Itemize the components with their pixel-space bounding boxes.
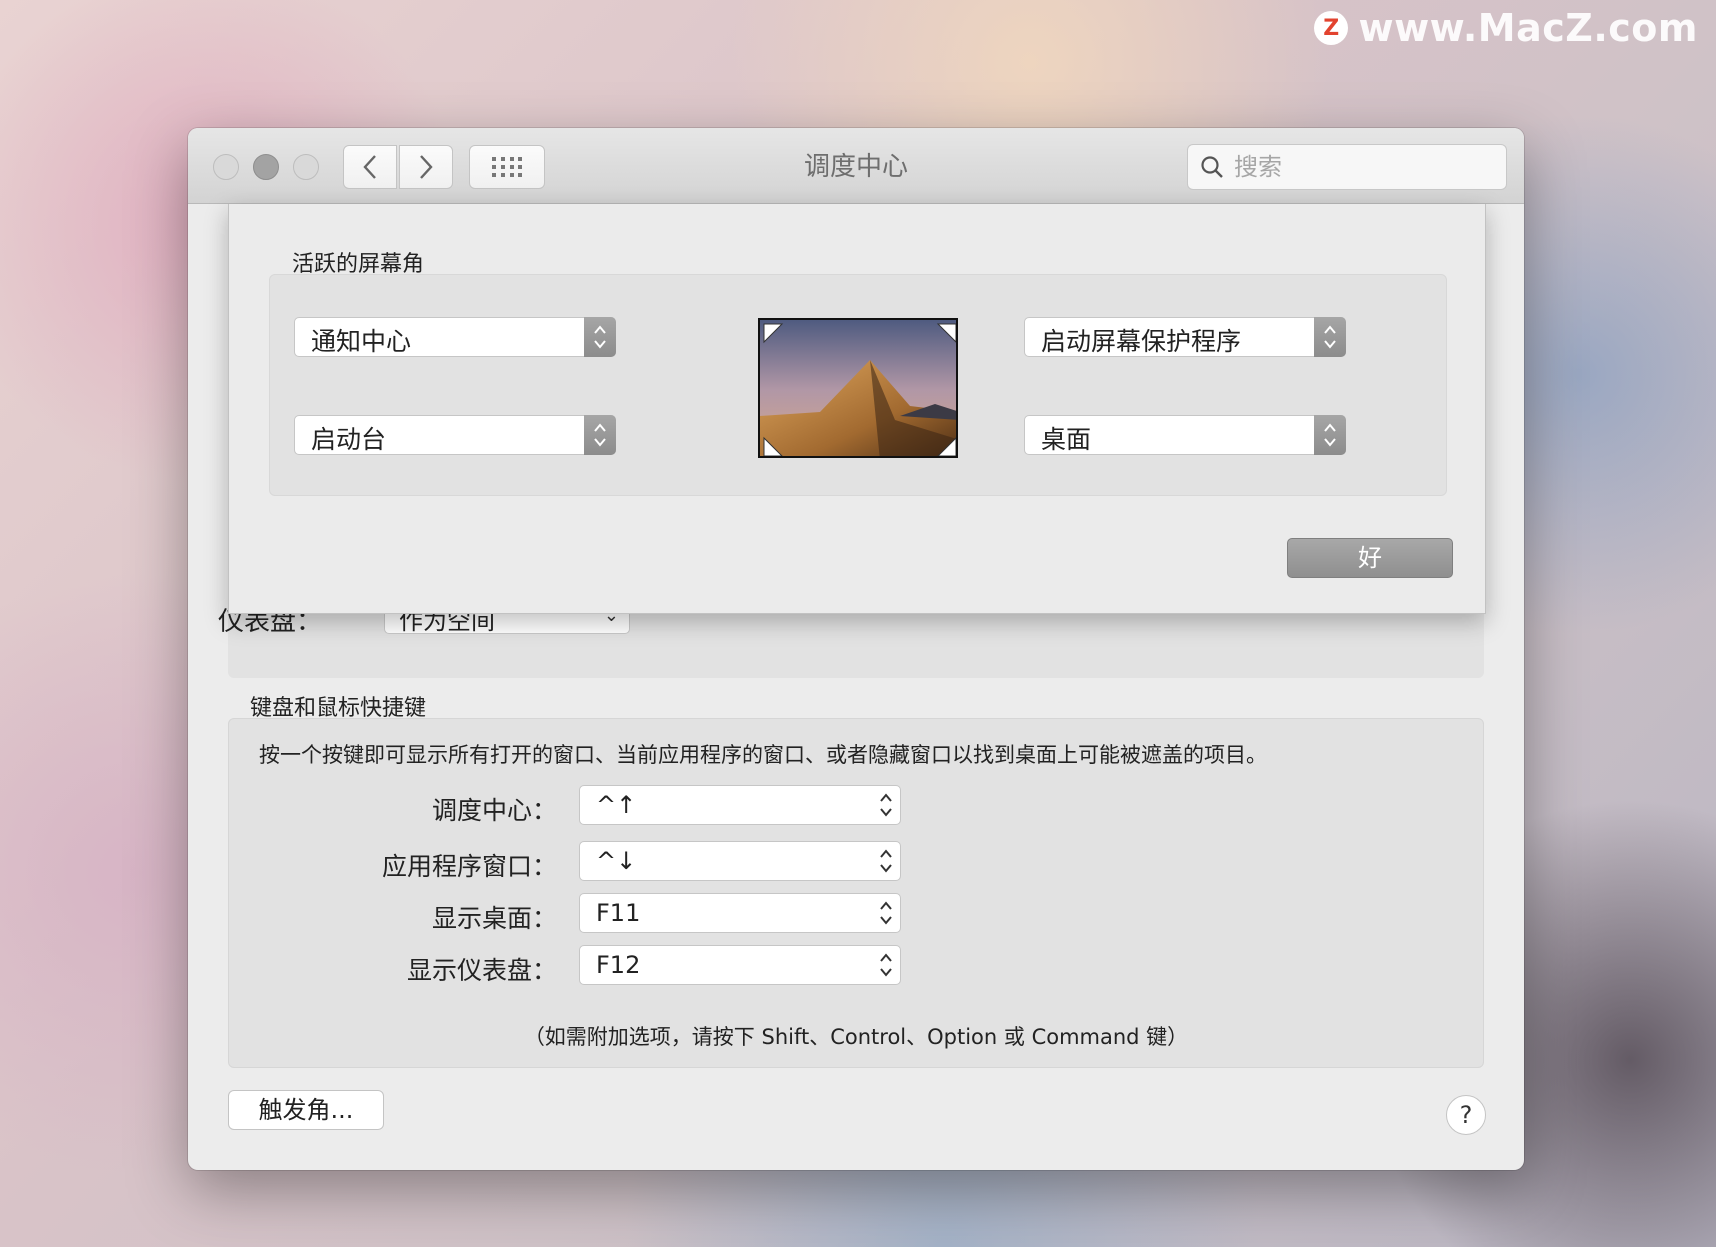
shortcut-value: ^↓ [596, 847, 637, 875]
shortcut-row-show-dashboard: 显示仪表盘： F12 [229, 945, 1483, 987]
show-all-button[interactable] [469, 145, 545, 189]
corner-action-value: 启动屏幕保护程序 [1041, 327, 1242, 356]
help-button[interactable]: ? [1446, 1095, 1486, 1135]
hot-corners-button[interactable]: 触发角... [228, 1090, 384, 1130]
shortcut-value: F11 [596, 899, 641, 927]
show-desktop-shortcut-select[interactable]: F11 [579, 893, 901, 933]
keyboard-description: 按一个按键即可显示所有打开的窗口、当前应用程序的窗口、或者隐藏窗口以找到桌面上可… [259, 743, 1267, 767]
updown-arrows-icon [878, 950, 894, 980]
title-bar: 调度中心 [188, 128, 1524, 204]
corner-action-value: 通知中心 [311, 327, 412, 356]
search-icon [1201, 156, 1223, 178]
corner-action-value: 桌面 [1041, 425, 1092, 454]
macz-logo-icon: Z [1314, 11, 1349, 45]
forward-button[interactable] [399, 145, 453, 189]
corners-panel: 通知中心 启动台 启动屏幕保护程序 桌面 [269, 274, 1447, 496]
search-field[interactable] [1187, 144, 1507, 190]
shortcut-row-show-desktop: 显示桌面： F11 [229, 893, 1483, 935]
shortcut-row-app-windows: 应用程序窗口： ^↓ [229, 841, 1483, 883]
shortcut-value: ^↑ [596, 791, 637, 819]
top-right-corner-select[interactable]: 启动屏幕保护程序 [1024, 317, 1346, 357]
shortcut-label: 调度中心： [431, 796, 557, 825]
hot-corners-sheet: 活跃的屏幕角 通知中心 启动台 启动屏幕保护程序 桌面 好 [228, 204, 1486, 614]
shortcut-label: 应用程序窗口： [381, 852, 557, 881]
stepper-icon [1314, 415, 1346, 455]
watermark: Z www.MacZ.com [1314, 6, 1698, 50]
chevron-right-icon [420, 155, 433, 179]
bottom-left-corner-select[interactable]: 启动台 [294, 415, 616, 455]
shortcut-label: 显示仪表盘： [406, 956, 557, 985]
updown-arrows-icon [878, 790, 894, 820]
modifier-keys-note: （如需附加选项，请按下 Shift、Control、Option 或 Comma… [523, 1025, 1189, 1049]
corner-markers [763, 323, 956, 456]
keyboard-shortcuts-panel: 按一个按键即可显示所有打开的窗口、当前应用程序的窗口、或者隐藏窗口以找到桌面上可… [228, 718, 1484, 1068]
desktop-preview-image [758, 318, 958, 458]
stepper-icon [584, 415, 616, 455]
zoom-window-button[interactable] [293, 154, 319, 180]
mission-control-shortcut-select[interactable]: ^↑ [579, 785, 901, 825]
chevron-left-icon [363, 155, 376, 179]
shortcut-row-mission-control: 调度中心： ^↑ [229, 785, 1483, 827]
watermark-text: www.MacZ.com [1358, 6, 1698, 50]
search-input[interactable] [1234, 153, 1494, 181]
updown-arrows-icon [878, 898, 894, 928]
close-window-button[interactable] [213, 154, 239, 180]
stepper-icon [1314, 317, 1346, 357]
updown-arrows-icon [878, 846, 894, 876]
corner-action-value: 启动台 [311, 425, 387, 454]
top-left-corner-select[interactable]: 通知中心 [294, 317, 616, 357]
shortcut-label: 显示桌面： [431, 904, 557, 933]
minimize-window-button[interactable] [253, 154, 279, 180]
stepper-icon [584, 317, 616, 357]
back-button[interactable] [343, 145, 397, 189]
bottom-right-corner-select[interactable]: 桌面 [1024, 415, 1346, 455]
ok-button[interactable]: 好 [1287, 538, 1453, 578]
grid-icon [492, 157, 522, 177]
show-dashboard-shortcut-select[interactable]: F12 [579, 945, 901, 985]
app-windows-shortcut-select[interactable]: ^↓ [579, 841, 901, 881]
preferences-window: 调度中心 仪表盘： 作为空间 ⌄ 键盘和鼠标快捷键 按一个按键即可显示所有打开的… [188, 128, 1524, 1170]
shortcut-value: F12 [596, 951, 641, 979]
